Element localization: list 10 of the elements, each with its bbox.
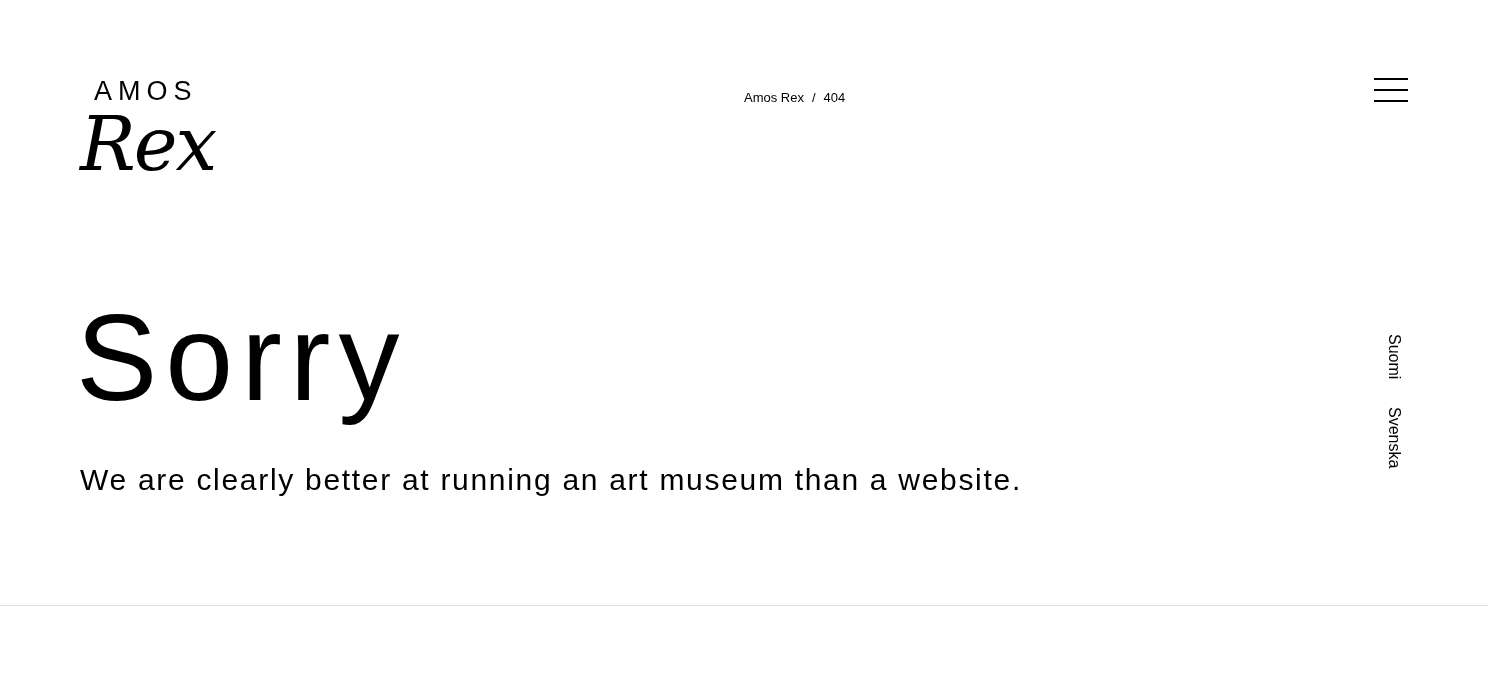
language-link[interactable]: Svenska <box>1382 407 1406 469</box>
logo-wordmark: AMOS <box>94 78 199 105</box>
breadcrumb-separator: / <box>811 89 816 107</box>
menu-icon[interactable] <box>1374 78 1408 102</box>
error-message: We are clearly better at running an art museum than a website. <box>80 461 1022 498</box>
page-heading: Sorry <box>76 289 409 428</box>
logo-script: Rex <box>80 107 216 181</box>
breadcrumb-link[interactable]: Amos Rex <box>743 88 804 108</box>
breadcrumb-current: 404 <box>823 89 846 107</box>
language-link[interactable]: Suomi <box>1382 334 1406 380</box>
